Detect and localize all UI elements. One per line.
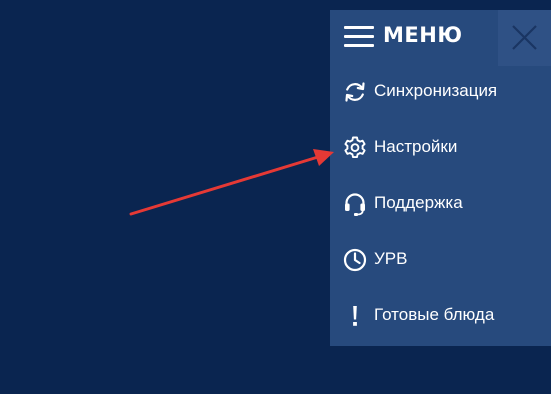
menu-item-label: УРВ [374, 249, 408, 268]
menu-item-label: Синхронизация [374, 81, 498, 100]
menu-item-label: Готовые блюда [374, 305, 495, 324]
menu-item-label: Поддержка [374, 193, 463, 212]
sync-icon [345, 82, 365, 102]
menu-item-support[interactable]: Поддержка [330, 182, 551, 226]
clock-icon [343, 248, 367, 272]
menu-item-sync[interactable]: Синхронизация [330, 70, 551, 114]
exclamation-icon [353, 306, 357, 326]
menu-item-label: Настройки [374, 137, 458, 156]
gear-icon [344, 136, 366, 159]
hamburger-icon[interactable] [344, 26, 374, 48]
menu-item-ready-dishes[interactable]: Готовые блюда [330, 294, 551, 338]
menu-title: МЕНЮ [383, 23, 463, 47]
headset-icon [345, 193, 365, 216]
close-icon [512, 25, 537, 50]
menu-item-settings[interactable]: Настройки [330, 126, 551, 170]
menu-item-urv[interactable]: УРВ [330, 238, 551, 282]
close-menu-button[interactable] [498, 10, 551, 66]
menu-header: МЕНЮ [330, 10, 498, 66]
